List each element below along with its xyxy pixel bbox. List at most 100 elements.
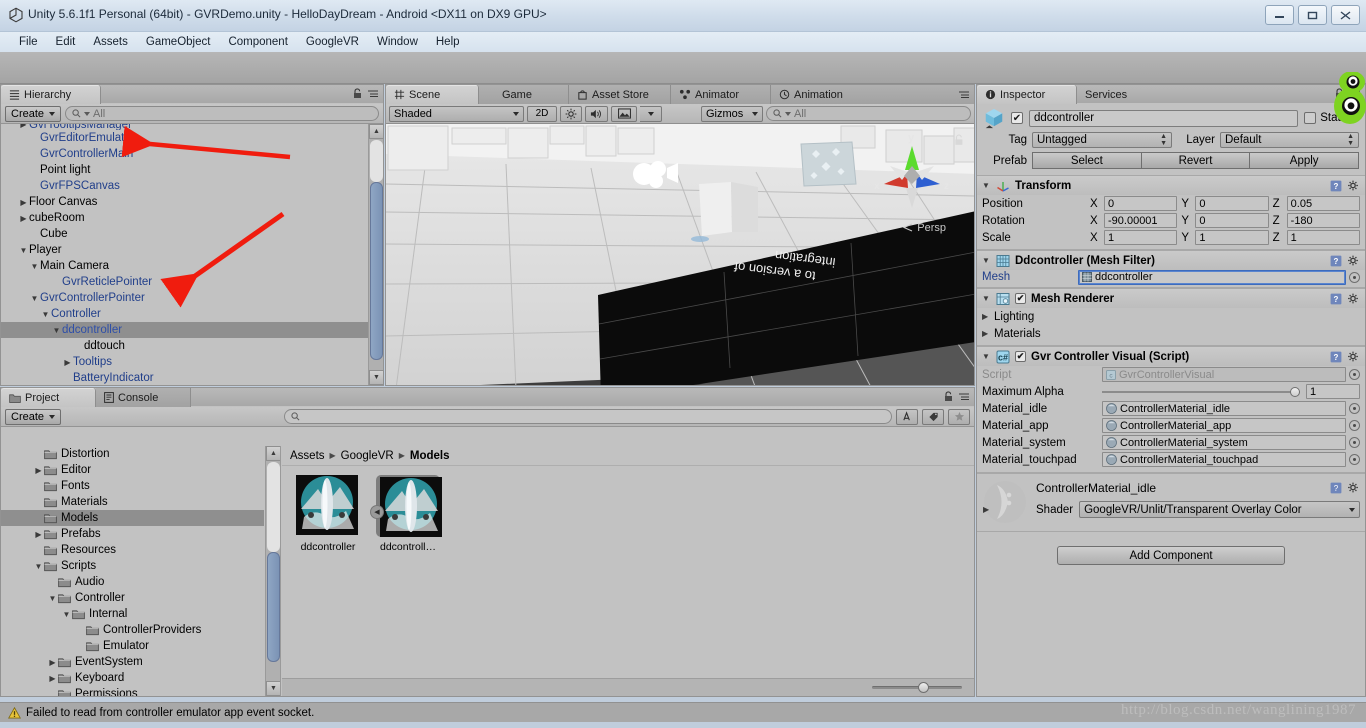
project-tree-scrollbar[interactable]: ▲ ▼ [265, 446, 280, 696]
fold-arrow-icon[interactable]: ▶ [982, 312, 991, 321]
scale-y-input[interactable]: 1 [1195, 230, 1269, 245]
add-component-button[interactable]: Add Component [1057, 546, 1285, 565]
menu-component[interactable]: Component [219, 34, 296, 50]
project-search-input[interactable] [284, 409, 892, 424]
gear-icon[interactable] [1347, 255, 1360, 267]
project-folder-internal[interactable]: ▼ Internal [1, 606, 264, 622]
breadcrumb-models[interactable]: Models [410, 450, 450, 462]
transform-component-header[interactable]: ▼ Transform ? [977, 176, 1365, 195]
project-folder-distortion[interactable]: · Distortion [1, 446, 264, 462]
fold-arrow-right-icon[interactable]: ▶ [47, 674, 58, 683]
layer-dropdown[interactable]: Default ▲ ▼ [1220, 132, 1359, 148]
fold-arrow-right-icon[interactable]: ▶ [62, 358, 73, 367]
rotation-x-input[interactable]: -90.00001 [1104, 213, 1178, 228]
fold-arrow-right-icon[interactable]: ▶ [47, 658, 58, 667]
gvr-controller-visual-header[interactable]: ▼ c# ✔ Gvr Controller Visual (Script) ? [977, 347, 1365, 366]
tab-hierarchy[interactable]: Hierarchy [1, 85, 101, 104]
fold-arrow-icon[interactable]: ▼ [982, 181, 991, 190]
scene-viewport[interactable]: to a version of integration y x z Persp [386, 124, 974, 385]
menu-help[interactable]: Help [427, 34, 469, 50]
project-folder-audio[interactable]: · Audio [1, 574, 264, 590]
fold-arrow-down-icon[interactable]: ▼ [40, 310, 51, 319]
shader-dropdown[interactable]: GoogleVR/Unlit/Transparent Overlay Color [1079, 501, 1360, 518]
menu-assets[interactable]: Assets [84, 34, 137, 50]
gear-icon[interactable] [1347, 180, 1360, 192]
menu-file[interactable]: File [10, 34, 47, 50]
tab-services[interactable]: Services [1077, 85, 1165, 104]
hierarchy-item-floor-canvas[interactable]: ▶ Floor Canvas [1, 194, 383, 210]
project-folder-controllerproviders[interactable]: · ControllerProviders [1, 622, 264, 638]
fold-arrow-right-icon[interactable]: ▶ [18, 124, 29, 129]
favorites-button[interactable] [948, 408, 970, 425]
project-folder-materials[interactable]: · Materials [1, 494, 264, 510]
asset-grid[interactable]: ddcontroller ddcontroll… ◀ [282, 467, 974, 678]
mesh-picker-button[interactable] [1349, 271, 1360, 283]
asset-zoom-slider[interactable] [872, 680, 962, 694]
hierarchy-item-gvrcontrollermain[interactable]: ·GvrControllerMain [1, 146, 383, 162]
gear-icon[interactable] [1347, 293, 1360, 305]
project-folder-resources[interactable]: · Resources [1, 542, 264, 558]
tab-animation[interactable]: Animation [771, 85, 876, 104]
lock-icon[interactable] [353, 88, 362, 99]
position-y-input[interactable]: 0 [1195, 196, 1269, 211]
scene-effects-toggle[interactable] [611, 105, 637, 122]
mesh-filter-component-header[interactable]: ▼ Ddcontroller (Mesh Filter) ? [977, 251, 1365, 270]
menu-window[interactable]: Window [368, 34, 427, 50]
fold-arrow-icon[interactable]: ▶ [982, 329, 991, 338]
material-picker-button[interactable] [1349, 437, 1360, 448]
fold-arrow-right-icon[interactable]: ▶ [18, 214, 29, 223]
rotation-z-input[interactable]: -180 [1286, 213, 1360, 228]
fold-arrow-down-icon[interactable]: ▼ [29, 294, 40, 303]
project-folder-prefabs[interactable]: ▶ Prefabs [1, 526, 264, 542]
scrollbar-thumb[interactable] [370, 182, 383, 360]
hierarchy-item-tooltips[interactable]: ▶ Tooltips [1, 354, 383, 370]
tab-console[interactable]: Console [96, 388, 191, 407]
hierarchy-item-ddcontroller[interactable]: ▼ ddcontroller [1, 322, 383, 338]
fold-arrow-down-icon[interactable]: ▼ [47, 594, 58, 603]
mesh-renderer-enabled-checkbox[interactable]: ✔ [1015, 293, 1026, 304]
mesh-renderer-lighting-section[interactable]: ▶ Lighting [977, 308, 1365, 325]
tab-animator[interactable]: Animator [671, 85, 771, 104]
zoom-slider-knob[interactable] [918, 681, 929, 693]
help-icon[interactable]: ? [1330, 482, 1342, 494]
static-checkbox[interactable] [1304, 112, 1317, 124]
material-object-field[interactable]: ControllerMaterial_touchpad [1102, 452, 1346, 467]
hierarchy-item-main-camera[interactable]: ▼ Main Camera [1, 258, 383, 274]
tab-game[interactable]: Game [479, 85, 569, 104]
scale-z-input[interactable]: 1 [1286, 230, 1360, 245]
slider-knob[interactable] [1290, 386, 1300, 397]
tab-inspector[interactable]: Inspector [977, 85, 1077, 104]
project-folder-scripts[interactable]: ▼ Scripts [1, 558, 264, 574]
material-picker-button[interactable] [1349, 403, 1360, 414]
project-folder-tree[interactable]: · Distortion ▶ Editor · Fonts · Materials · Model… [1, 446, 264, 696]
scrollbar-thumb[interactable] [267, 552, 280, 662]
hierarchy-item-ddtouch[interactable]: ·ddtouch [1, 338, 383, 354]
fold-arrow-down-icon[interactable]: ▼ [61, 610, 72, 619]
fold-arrow-right-icon[interactable]: ▶ [18, 198, 29, 207]
mesh-renderer-component-header[interactable]: ▼ ✔ Mesh Renderer ? [977, 289, 1365, 308]
material-fold-arrow-icon[interactable]: ▶ [983, 505, 992, 514]
hierarchy-item-controller[interactable]: ▼ Controller [1, 306, 383, 322]
fold-arrow-icon[interactable]: ▼ [982, 352, 991, 361]
fold-arrow-down-icon[interactable]: ▼ [51, 326, 62, 335]
mesh-renderer-materials-section[interactable]: ▶ Materials [977, 325, 1365, 342]
material-object-field[interactable]: ControllerMaterial_app [1102, 418, 1346, 433]
filter-by-label-button[interactable] [922, 408, 944, 425]
scene-panel-menu-icon[interactable] [958, 90, 970, 99]
maximum-alpha-value-input[interactable]: 1 [1306, 384, 1360, 399]
panel-menu-icon[interactable] [367, 89, 379, 98]
scene-lock-icon[interactable] [954, 134, 964, 149]
fold-arrow-down-icon[interactable]: ▼ [33, 562, 44, 571]
panel-menu-icon[interactable] [958, 392, 970, 401]
gizmos-dropdown[interactable]: Gizmos [701, 105, 763, 122]
fold-arrow-icon[interactable]: ▼ [982, 256, 991, 265]
help-icon[interactable]: ? [1330, 293, 1342, 305]
scale-x-input[interactable]: 1 [1104, 230, 1178, 245]
mesh-object-field[interactable]: ddcontroller [1078, 269, 1346, 285]
help-icon[interactable]: ? [1330, 351, 1342, 363]
material-object-field[interactable]: ControllerMaterial_idle [1102, 401, 1346, 416]
maximize-button[interactable] [1298, 5, 1327, 25]
menu-googlevr[interactable]: GoogleVR [297, 34, 368, 50]
gear-icon[interactable] [1347, 351, 1360, 363]
hierarchy-search-input[interactable]: All [65, 106, 379, 121]
